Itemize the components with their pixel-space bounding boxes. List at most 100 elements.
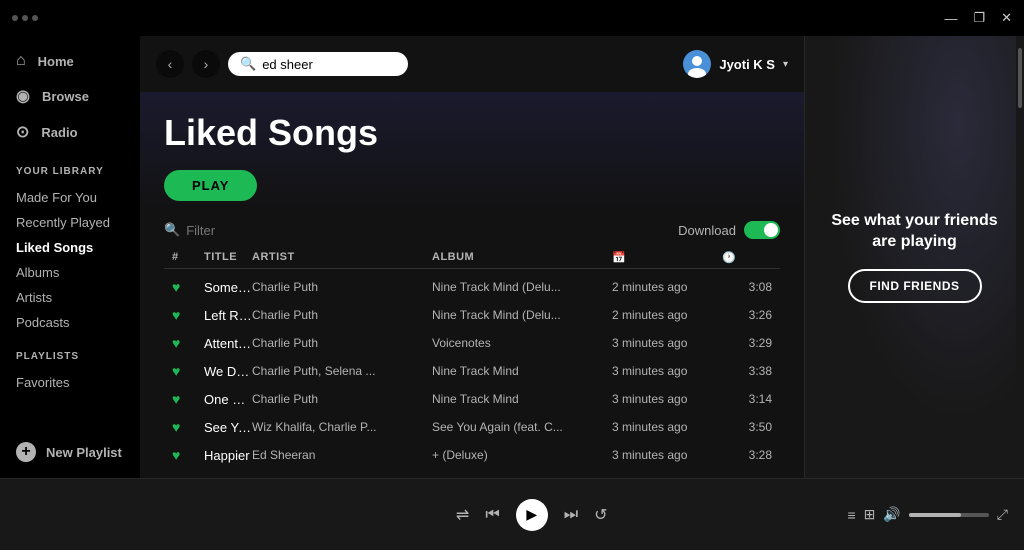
shuffle-button[interactable]: ⇌ [456,505,469,525]
browse-icon: ◉ [16,86,30,106]
content-area: ‹ › 🔍 Jyoti K S ▾ [140,36,804,478]
track-artist: Wiz Khalifa, Charlie P... [252,420,432,434]
table-row[interactable]: ♥ Attention Charlie Puth Voicenotes 3 mi… [164,329,780,357]
download-toggle-wrap: Download [678,221,780,239]
heart-icon[interactable]: ♥ [172,335,204,351]
track-artist: Charlie Puth [252,336,432,350]
header-added: 📅 [612,251,722,264]
friends-text: See what your friends are playing [821,211,1008,253]
track-title: Happier [204,448,252,463]
table-row[interactable]: ♥ One Call Away Charlie Puth Nine Track … [164,385,780,413]
repeat-button[interactable]: ↺ [594,505,607,525]
plus-icon: + [16,442,36,462]
filter-search-icon: 🔍 [164,222,180,238]
sidebar-item-browse[interactable]: ◉ Browse [0,78,140,114]
heart-icon[interactable]: ♥ [172,391,204,407]
filter-row: 🔍 Download [140,213,804,247]
sidebar-item-home[interactable]: ⌂ Home [0,44,140,78]
table-row[interactable]: ♥ Some Type of Love Charlie Puth Nine Tr… [164,273,780,301]
main-area: ⌂ Home ◉ Browse ⊙ Radio YOUR LIBRARY Mad… [0,36,1024,478]
download-toggle[interactable] [744,221,780,239]
your-library-section-label: YOUR LIBRARY [0,150,140,185]
search-bar[interactable]: 🔍 [228,52,408,76]
right-panel: See what your friends are playing FIND F… [804,36,1024,478]
track-title: Some Type of Love [204,280,252,295]
home-icon: ⌂ [16,52,26,70]
find-friends-button[interactable]: FIND FRIENDS [848,269,982,303]
maximize-button[interactable]: ❐ [973,10,985,26]
forward-button[interactable]: › [192,50,220,78]
track-added: 2 minutes ago [612,280,722,294]
next-button[interactable]: ⏭ [564,506,578,524]
page-title: Liked Songs [164,112,780,154]
sidebar-item-home-label: Home [38,54,74,69]
track-info: Some Type of Love [204,280,252,295]
volume-fill [909,513,961,517]
fullscreen-button[interactable]: ⤢ [997,506,1008,523]
header-album: ALBUM [432,251,612,264]
track-duration: 3:29 [722,336,772,350]
track-duration: 3:50 [722,420,772,434]
heart-icon[interactable]: ♥ [172,307,204,323]
player-bar: ⇌ ⏮ ▶ ⏭ ↺ ≡ ⊞ 🔊 ⤢ [0,478,1024,550]
table-row[interactable]: ♥ Left Right Left Charlie Puth Nine Trac… [164,301,780,329]
sidebar-item-recently-played[interactable]: Recently Played [0,210,140,235]
table-row[interactable]: ♥ See You Again (feat. Charlie Puth) Wiz… [164,413,780,441]
heart-icon[interactable]: ♥ [172,363,204,379]
prev-button[interactable]: ⏮ [485,506,499,524]
close-button[interactable]: ✕ [1001,10,1012,26]
title-bar-dots [12,15,38,21]
sidebar: ⌂ Home ◉ Browse ⊙ Radio YOUR LIBRARY Mad… [0,36,140,478]
track-info: Attention [204,336,252,351]
new-playlist-button[interactable]: + New Playlist [0,434,140,470]
track-duration: 3:28 [722,448,772,462]
user-area[interactable]: Jyoti K S ▾ [683,50,788,78]
track-added: 3 minutes ago [612,392,722,406]
track-info: We Don't Talk Anymore (feat. Selena Gome… [204,364,252,379]
track-artist: Charlie Puth [252,280,432,294]
minimize-button[interactable]: — [944,11,957,26]
download-label: Download [678,223,736,238]
sidebar-item-made-for-you[interactable]: Made For You [0,185,140,210]
track-info: See You Again (feat. Charlie Puth) [204,420,252,435]
heart-icon[interactable]: ♥ [172,419,204,435]
title-bar: — ❐ ✕ [0,0,1024,36]
play-pause-button[interactable]: ▶ [516,499,548,531]
volume-bar[interactable] [909,513,989,517]
filter-input[interactable] [186,223,362,238]
heart-icon[interactable]: ♥ [172,279,204,295]
tracks-list: ♥ Some Type of Love Charlie Puth Nine Tr… [164,273,780,478]
sidebar-playlist-favorites[interactable]: Favorites [0,370,140,395]
playlists-section-label: PLAYLISTS [0,335,140,370]
track-album: Nine Track Mind (Delu... [432,308,612,322]
nav-buttons: ‹ › 🔍 [156,50,408,78]
track-title: Attention [204,336,252,351]
heart-icon[interactable]: ♥ [172,447,204,463]
header-duration: 🕐 [722,251,772,264]
volume-icon-button[interactable]: 🔊 [883,506,900,523]
back-button[interactable]: ‹ [156,50,184,78]
devices-button[interactable]: ⊞ [864,506,876,523]
play-button[interactable]: PLAY [164,170,257,201]
right-panel-content: See what your friends are playing FIND F… [805,187,1024,327]
queue-button[interactable]: ≡ [847,507,855,523]
sidebar-item-radio[interactable]: ⊙ Radio [0,114,140,150]
track-album: Nine Track Mind [432,364,612,378]
sidebar-item-liked-songs[interactable]: Liked Songs [0,235,140,260]
sidebar-item-podcasts[interactable]: Podcasts [0,310,140,335]
track-album: Nine Track Mind [432,392,612,406]
sidebar-item-radio-label: Radio [41,125,77,140]
title-bar-controls[interactable]: — ❐ ✕ [944,10,1012,26]
top-bar: ‹ › 🔍 Jyoti K S ▾ [140,36,804,92]
liked-songs-content: Liked Songs PLAY 🔍 Download # TITLE ARTI… [140,92,804,478]
track-added: 3 minutes ago [612,448,722,462]
chevron-down-icon: ▾ [783,59,788,70]
search-input[interactable] [262,57,402,72]
sidebar-item-albums[interactable]: Albums [0,260,140,285]
table-row[interactable]: ♥ We Don't Talk Anymore (feat. Selena Go… [164,357,780,385]
table-row[interactable]: ♥ I Don't Care (with Justin Bieber) Ed S… [164,469,780,478]
table-row[interactable]: ♥ Happier Ed Sheeran + (Deluxe) 3 minute… [164,441,780,469]
liked-songs-header: Liked Songs PLAY [140,92,804,213]
sidebar-item-artists[interactable]: Artists [0,285,140,310]
player-right-controls: ≡ ⊞ 🔊 ⤢ [847,506,1008,523]
